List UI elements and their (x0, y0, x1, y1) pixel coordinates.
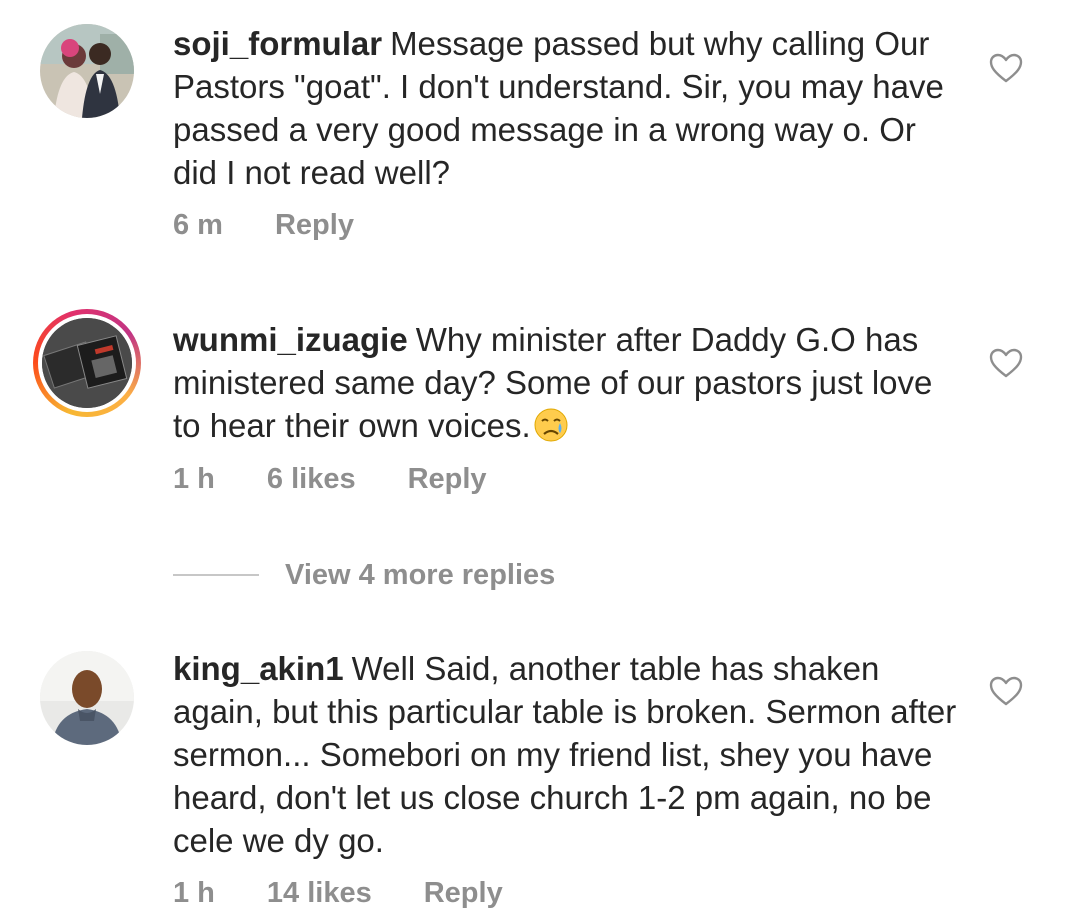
comment-time: 1 h (173, 877, 215, 909)
likes-count[interactable]: 14 likes (267, 877, 372, 910)
comment-time: 1 h (173, 463, 215, 495)
comment-text: soji_formular Message passed but why call… (173, 22, 963, 194)
man-portrait-photo-icon (40, 651, 134, 745)
comment-username[interactable]: soji_formular (173, 25, 382, 62)
comment-text: king_akin1 Well Said, another table has s… (173, 647, 963, 862)
comment-meta: 1 h 6 likes Reply (173, 463, 539, 496)
comment-text: wunmi_izuagie Why minister after Daddy G.… (173, 318, 963, 447)
comment-time: 6 m (173, 209, 223, 241)
heart-icon[interactable] (988, 52, 1024, 84)
divider-line (173, 574, 259, 576)
reply-button[interactable]: Reply (424, 877, 503, 910)
couple-photo-icon (40, 24, 134, 118)
crying-face-emoji-icon (534, 408, 568, 442)
story-ring[interactable] (33, 309, 141, 417)
reply-button[interactable]: Reply (275, 209, 354, 242)
avatar (42, 318, 132, 408)
likes-count[interactable]: 6 likes (267, 463, 356, 496)
comment-meta: 1 h 14 likes Reply (173, 877, 555, 910)
view-more-replies[interactable]: View 4 more replies (173, 555, 555, 595)
book-cover-photo-icon (42, 318, 132, 408)
heart-icon[interactable] (988, 675, 1024, 707)
reply-button[interactable]: Reply (408, 463, 487, 496)
heart-icon[interactable] (988, 347, 1024, 379)
avatar[interactable] (40, 651, 134, 745)
comment-meta: 6 m Reply (173, 209, 406, 242)
view-more-replies-label[interactable]: View 4 more replies (285, 559, 555, 592)
avatar[interactable] (40, 24, 134, 118)
comment-username[interactable]: king_akin1 (173, 650, 344, 687)
comment-username[interactable]: wunmi_izuagie (173, 321, 408, 358)
